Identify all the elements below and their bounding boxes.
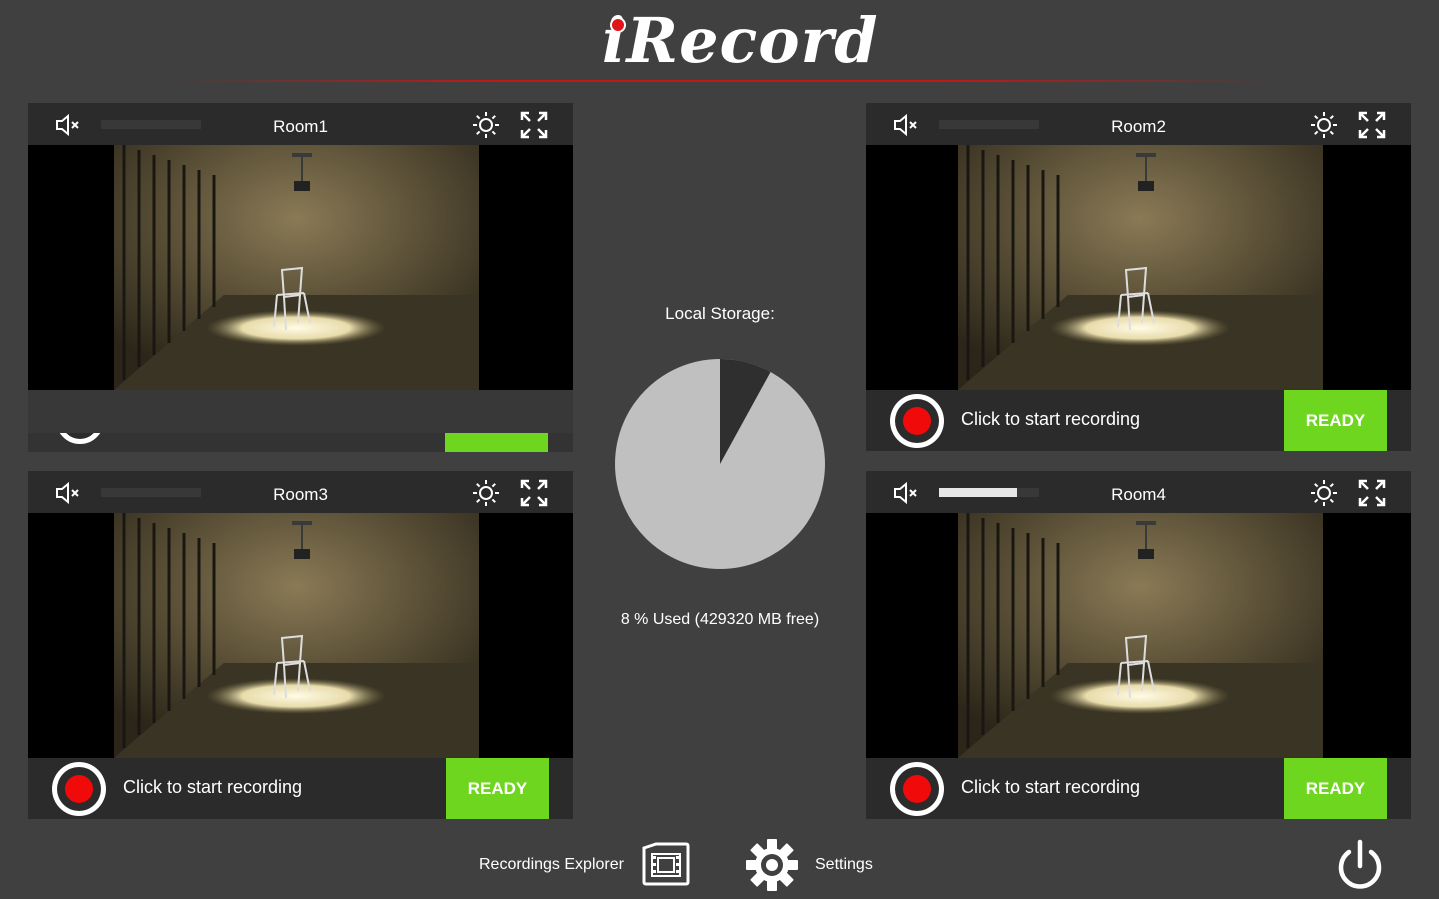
start-recording-link[interactable]: Click to start recording xyxy=(961,409,1140,430)
camera-header: Room3 xyxy=(28,471,573,513)
power-icon[interactable] xyxy=(1333,838,1387,894)
settings-label[interactable]: Settings xyxy=(815,856,873,874)
camera-video-feed[interactable] xyxy=(28,145,573,390)
recordings-explorer-label[interactable]: Recordings Explorer xyxy=(479,856,624,874)
status-ready-button[interactable]: READY xyxy=(1284,390,1387,451)
camera-video-feed[interactable] xyxy=(866,513,1411,758)
status-ready-button[interactable]: READY xyxy=(446,758,549,819)
sun-icon[interactable] xyxy=(472,111,500,139)
expand-icon[interactable] xyxy=(1358,479,1386,507)
camera-video-feed[interactable] xyxy=(28,513,573,758)
start-recording-link[interactable]: Click to start recording xyxy=(961,777,1140,798)
room-name: Room3 xyxy=(273,485,328,504)
expand-icon[interactable] xyxy=(1358,111,1386,139)
sun-icon[interactable] xyxy=(1310,479,1338,507)
start-recording-link[interactable]: Click to start recording xyxy=(123,777,302,798)
speaker-mute-icon[interactable] xyxy=(54,481,82,505)
camera-header: Room4 xyxy=(866,471,1411,513)
camera-header: Room2 xyxy=(866,103,1411,145)
storage-usage-text: 8 % Used (429320 MB free) xyxy=(620,611,820,628)
audio-level-meter xyxy=(101,488,201,497)
camera-header: Room1 xyxy=(28,103,573,145)
audio-level-meter xyxy=(101,120,201,129)
speaker-mute-icon[interactable] xyxy=(892,113,920,137)
sun-icon[interactable] xyxy=(472,479,500,507)
camera-panel-room2: Room2 Click to start recording READY xyxy=(866,103,1411,451)
record-bar: Click to start recording READY xyxy=(866,390,1411,451)
gear-icon[interactable] xyxy=(745,838,799,892)
app-logo: iRecord xyxy=(602,4,879,77)
room-scene-image xyxy=(958,145,1323,390)
expand-icon[interactable] xyxy=(520,111,548,139)
camera-video-feed[interactable] xyxy=(866,145,1411,390)
speaker-mute-icon[interactable] xyxy=(892,481,920,505)
record-icon[interactable] xyxy=(890,762,944,816)
room-scene-image xyxy=(114,145,479,390)
room-scene-image xyxy=(114,513,479,758)
room-name: Room1 xyxy=(273,117,328,136)
speaker-mute-icon[interactable] xyxy=(54,113,82,137)
camera-panel-room3: Room3 Click to start recording READY xyxy=(28,471,573,819)
storage-pie-chart xyxy=(615,359,825,569)
app-header: iRecord xyxy=(0,0,1439,90)
bottom-toolbar: Recordings Explorer Settings xyxy=(0,830,1439,899)
expand-icon[interactable] xyxy=(520,479,548,507)
room-scene-image xyxy=(958,513,1323,758)
room-name: Room2 xyxy=(1111,117,1166,136)
record-bar: Click to start recording READY xyxy=(28,758,573,819)
storage-label: Local Storage: xyxy=(665,304,775,323)
audio-level-meter xyxy=(939,488,1039,497)
camera-panel-room1: Room1 xyxy=(28,103,573,452)
audio-level-meter xyxy=(939,120,1039,129)
record-icon[interactable] xyxy=(890,394,944,448)
status-ready-button[interactable]: READY xyxy=(1284,758,1387,819)
status-ready-button[interactable] xyxy=(445,433,548,452)
logo-record-dot xyxy=(610,17,626,33)
record-icon[interactable] xyxy=(52,762,106,816)
camera-panel-room4: Room4 Click to start recording READY xyxy=(866,471,1411,819)
header-divider xyxy=(170,80,1270,82)
room-name: Room4 xyxy=(1111,485,1166,504)
record-bar: Click to start recording READY xyxy=(866,758,1411,819)
film-icon[interactable] xyxy=(640,840,692,888)
sun-icon[interactable] xyxy=(1310,111,1338,139)
record-bar-collapsed xyxy=(28,390,573,452)
